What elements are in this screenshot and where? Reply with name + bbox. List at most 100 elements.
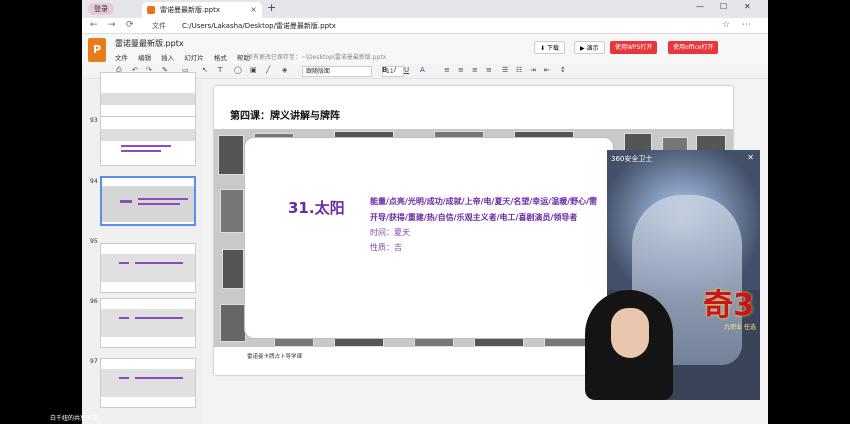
video-header: 360安全卫士 xyxy=(611,155,653,163)
keywords-line-1[interactable]: 能量/点亮/光明/成功/成就/上帝/电/夏天/名望/幸运/温暖/野心/需 xyxy=(370,196,597,207)
textbox-icon[interactable]: T xyxy=(218,66,222,74)
fill-color-icon[interactable]: ◈ xyxy=(282,66,287,74)
back-icon[interactable]: ← xyxy=(90,20,98,30)
tab-bar: 登录 雷诺曼最新版.pptx × + — ☐ ✕ xyxy=(82,0,768,18)
forward-icon[interactable]: → xyxy=(108,20,116,30)
thumbnail-92[interactable] xyxy=(100,72,196,122)
menu-edit[interactable]: 编辑 xyxy=(138,54,151,62)
collage-card xyxy=(220,304,246,342)
line-icon[interactable]: ╱ xyxy=(266,66,270,74)
reload-icon[interactable]: ⟳ xyxy=(126,20,134,30)
download-label: 下载 xyxy=(546,45,559,52)
indent-icon[interactable]: ⇥ xyxy=(530,66,536,74)
thumb-text xyxy=(138,198,188,200)
screen: 登录 雷诺曼最新版.pptx × + — ☐ ✕ ← → ⟳ 文件 C:/Use… xyxy=(0,0,850,424)
bold-icon[interactable]: B xyxy=(382,66,387,74)
thumb-text xyxy=(135,262,183,264)
file-scheme-label: 文件 xyxy=(152,22,166,30)
outdent-icon[interactable]: ⇤ xyxy=(544,66,550,74)
line-spacing-icon[interactable]: ↕ xyxy=(560,66,566,74)
align-left-icon[interactable]: ≡ xyxy=(444,66,450,74)
screen-share-caption: 白千纽的共享屏幕 xyxy=(50,415,99,422)
minimize-button[interactable]: — xyxy=(696,2,704,11)
thumb-text xyxy=(135,317,183,319)
thumbnail-pane: 93 94 95 96 97 xyxy=(82,72,202,424)
italic-icon[interactable]: I xyxy=(394,66,396,74)
thumb-band xyxy=(101,369,195,397)
pptx-file-icon xyxy=(147,6,155,14)
slide-footer: 雷诺曼卡牌占卜导学课 xyxy=(247,354,303,360)
thumb-band xyxy=(101,129,195,141)
time-line[interactable]: 时间：夏天 xyxy=(370,227,410,238)
thumb-text xyxy=(121,145,171,147)
text-color-icon[interactable]: A xyxy=(420,66,425,74)
thumb-band xyxy=(101,309,195,337)
thumbnail-95[interactable] xyxy=(100,243,196,293)
thumb-text xyxy=(119,377,129,379)
nature-line[interactable]: 性质：吉 xyxy=(370,242,402,253)
download-button[interactable]: ⬇ 下载 xyxy=(534,41,565,54)
thumbnail-97[interactable] xyxy=(100,358,196,408)
open-office-button[interactable]: 使用office打开 xyxy=(668,41,719,54)
keywords-line-2[interactable]: 开导/获得/重建/热/自信/乐观主义者/电工/喜剧演员/领导者 xyxy=(370,212,577,223)
presenter-face xyxy=(611,308,649,358)
numbering-icon[interactable]: ☷ xyxy=(516,66,522,74)
thumb-band xyxy=(101,93,195,105)
new-tab-button[interactable]: + xyxy=(267,1,276,14)
menu-slide[interactable]: 幻灯片 xyxy=(184,54,204,62)
address-bar: ← → ⟳ 文件 C:/Users/Lakasha/Desktop/雷诺曼最新版… xyxy=(82,18,768,34)
close-window-button[interactable]: ✕ xyxy=(744,2,751,11)
present-button[interactable]: ▶ 演示 xyxy=(574,41,605,54)
url-input[interactable]: C:/Users/Lakasha/Desktop/雷诺曼最新版.pptx xyxy=(182,21,336,31)
lesson-title[interactable]: 第四课：牌义讲解与牌阵 xyxy=(230,107,340,122)
present-label: 演示 xyxy=(586,45,599,52)
close-tab-icon[interactable]: × xyxy=(250,2,257,18)
tab-pptx[interactable]: 雷诺曼最新版.pptx × xyxy=(142,2,262,18)
game-subtitle: 九职业 任选 xyxy=(724,324,756,331)
thumb-text xyxy=(138,203,180,205)
menu-dots-icon[interactable]: ⋯ xyxy=(742,20,751,30)
thumb-text xyxy=(119,317,129,319)
presenter-webcam xyxy=(585,290,673,400)
open-wps-button[interactable]: 使用WPS打开 xyxy=(610,41,658,54)
align-right-icon[interactable]: ≡ xyxy=(472,66,478,74)
card-title[interactable]: 31.太阳 xyxy=(288,197,345,218)
collage-card xyxy=(220,189,244,233)
game-logo: 奇3 xyxy=(703,288,754,323)
image-icon[interactable]: ▣ xyxy=(250,66,257,74)
app-logo: P xyxy=(88,38,106,62)
shape-icon[interactable]: ◯ xyxy=(234,66,242,74)
font-family-select[interactable]: 跟随版面 xyxy=(302,66,372,77)
bullets-icon[interactable]: ☰ xyxy=(502,66,508,74)
close-video-icon[interactable]: ✕ xyxy=(747,153,754,162)
thumb-text xyxy=(135,377,183,379)
menu-file[interactable]: 文件 xyxy=(115,54,128,62)
align-center-icon[interactable]: ≡ xyxy=(458,66,464,74)
star-icon[interactable]: ☆ xyxy=(722,20,730,30)
select-icon[interactable]: ↖ xyxy=(202,66,208,74)
menu-format[interactable]: 格式 xyxy=(214,54,227,62)
thumb-number-95: 95 xyxy=(90,238,98,245)
collage-card xyxy=(222,249,244,289)
thumb-number-94: 94 xyxy=(90,178,98,185)
thumb-number-93: 93 xyxy=(90,117,98,124)
thumb-band xyxy=(101,254,195,282)
tab-title: 雷诺曼最新版.pptx xyxy=(160,6,220,14)
justify-icon[interactable]: ≡ xyxy=(486,66,492,74)
maximize-button[interactable]: ☐ xyxy=(720,2,727,11)
thumb-text xyxy=(120,200,132,203)
collage-card xyxy=(218,135,244,175)
thumbnail-96[interactable] xyxy=(100,298,196,348)
menu-insert[interactable]: 插入 xyxy=(161,54,174,62)
profile-button[interactable]: 登录 xyxy=(88,3,114,15)
document-title[interactable]: 雷诺曼最新版.pptx xyxy=(115,38,184,49)
thumbnail-93[interactable] xyxy=(100,116,196,166)
thumbnail-94[interactable] xyxy=(100,176,196,226)
thumb-number-96: 96 xyxy=(90,298,98,305)
underline-icon[interactable]: U xyxy=(404,66,409,74)
thumb-text xyxy=(119,262,129,264)
save-status: 所有更改已保存至：~\Desktop\雷诺曼最新版.pptx xyxy=(247,54,387,61)
card-info-panel xyxy=(244,137,614,339)
menu-bar: 文件 编辑 插入 幻灯片 格式 帮助 xyxy=(115,52,258,62)
thumb-number-97: 97 xyxy=(90,358,98,365)
